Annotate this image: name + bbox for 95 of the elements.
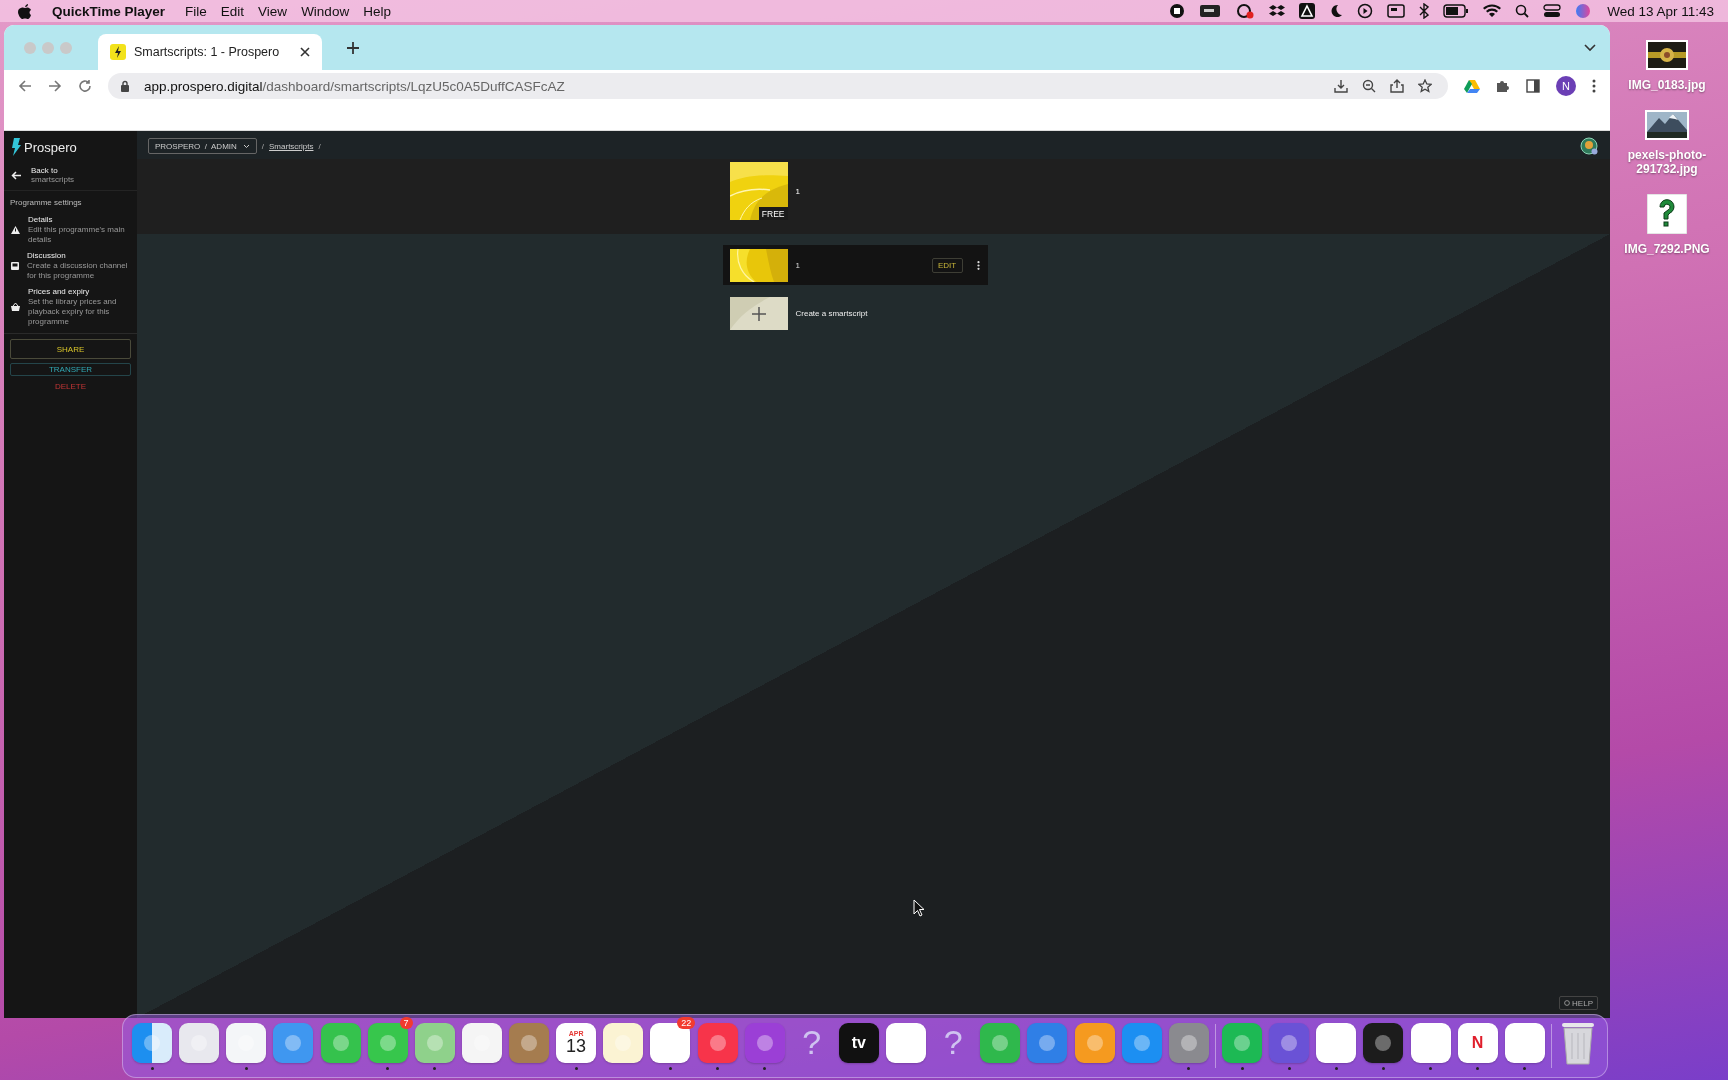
reload-icon[interactable] — [78, 79, 92, 93]
puzzle-icon[interactable] — [1496, 79, 1510, 93]
back-arrow-icon[interactable] — [18, 79, 32, 93]
organisation-dropdown[interactable]: PROSPERO / ADMIN — [148, 138, 257, 154]
back-arrow-icon — [11, 170, 21, 180]
chevron-down-icon[interactable] — [1584, 43, 1596, 52]
menu-item[interactable]: Help — [363, 3, 391, 19]
apple-logo-icon[interactable] — [18, 3, 32, 19]
section-heading: Programme settings — [9, 197, 83, 209]
app-icon[interactable] — [1504, 1022, 1545, 1063]
programme-title: 1 — [795, 186, 800, 196]
menu-item[interactable]: View — [258, 3, 288, 19]
play-circle-icon[interactable] — [1357, 3, 1374, 19]
bolt-logo-icon — [110, 44, 126, 60]
transfer-button[interactable]: TRANSFER — [10, 363, 131, 377]
trash-icon[interactable] — [1560, 1020, 1596, 1065]
app-icon[interactable] — [1316, 1022, 1357, 1063]
bluetooth-icon[interactable] — [1419, 3, 1430, 19]
app-icon[interactable] — [886, 1022, 926, 1063]
browser-tab[interactable]: Smartscripts: 1 - Prospero — [98, 34, 322, 70]
display-icon[interactable] — [1387, 4, 1406, 18]
breadcrumb-separator: / — [318, 141, 321, 151]
app-icon[interactable] — [1074, 1022, 1115, 1063]
lock-icon — [120, 80, 130, 92]
url-text: app.prospero.digital/dashboard/smartscripts/LqzU5c0A5DuffCASFcAZ — [144, 78, 565, 94]
kebab-menu-icon[interactable] — [976, 260, 980, 270]
share-icon[interactable] — [1390, 79, 1404, 93]
app-icon[interactable] — [1121, 1022, 1162, 1063]
help-button[interactable]: HELP — [1559, 996, 1598, 1010]
boxes-icon[interactable] — [1269, 3, 1286, 19]
bolt-logo-icon[interactable] — [12, 138, 21, 156]
settings-item[interactable]: Details Edit this programme's main details — [4, 215, 137, 252]
mouse-cursor-icon — [913, 899, 925, 917]
smartscript-row[interactable]: 1 EDIT — [722, 245, 988, 285]
menu-item[interactable]: File — [185, 3, 207, 19]
kebab-menu-icon[interactable] — [1592, 79, 1596, 93]
free-badge: FREE — [758, 207, 788, 220]
plus-icon[interactable] — [346, 40, 360, 55]
app-icon[interactable] — [226, 1022, 267, 1063]
app-icon[interactable] — [132, 1022, 172, 1063]
breadcrumb-separator: / — [261, 141, 265, 151]
app-icon[interactable] — [1168, 1022, 1209, 1063]
settings-item[interactable]: Discussion Create a discussion channel for this programme — [4, 251, 137, 288]
app-icon[interactable] — [461, 1022, 502, 1063]
breadcrumb-link[interactable]: Smartscripts — [269, 141, 314, 151]
control-center-icon[interactable] — [1543, 4, 1562, 18]
chat-icon — [11, 261, 19, 270]
app-icon[interactable] — [367, 1022, 408, 1063]
forward-arrow-icon[interactable] — [48, 79, 62, 93]
app-icon[interactable] — [179, 1022, 220, 1063]
moon-icon[interactable] — [1329, 4, 1344, 18]
user-avatar-icon[interactable] — [1580, 137, 1598, 155]
app-menu[interactable]: QuickTime Player — [52, 3, 166, 19]
profile-avatar[interactable]: N — [1556, 76, 1576, 96]
brand-name[interactable]: Prospero — [24, 139, 77, 155]
app-icon[interactable] — [603, 1022, 644, 1063]
siri-icon[interactable] — [1575, 3, 1592, 19]
smartscript-title: 1 — [795, 260, 800, 270]
app-icon[interactable]: tv — [838, 1022, 879, 1063]
share-button[interactable]: SHARE — [10, 339, 131, 360]
stop-circle-icon[interactable] — [1169, 3, 1186, 19]
battery-icon[interactable] — [1443, 4, 1470, 18]
triangle-logo-icon[interactable] — [1464, 79, 1480, 93]
warning-icon — [11, 225, 20, 234]
edit-button[interactable]: EDIT — [931, 257, 963, 273]
app-icon[interactable] — [980, 1022, 1021, 1063]
tab-title: Smartscripts: 1 - Prospero — [134, 45, 281, 59]
help-circle-icon — [1564, 1000, 1571, 1006]
search-icon[interactable] — [1515, 4, 1530, 18]
app-icon[interactable] — [273, 1022, 314, 1063]
app-icon[interactable] — [414, 1022, 455, 1063]
add-tile-icon — [729, 297, 788, 330]
basket-icon — [11, 302, 20, 311]
menu-item[interactable]: Window — [301, 3, 350, 19]
star-icon[interactable] — [1418, 79, 1432, 93]
settings-item[interactable]: Prices and expiry Set the library prices and playback expiry for this programme — [4, 287, 137, 334]
caret-icon — [242, 143, 250, 149]
close-icon[interactable] — [300, 47, 310, 57]
app-icon[interactable]: N — [1457, 1022, 1498, 1063]
question-mark-image-icon[interactable] — [1647, 194, 1687, 234]
app-icon[interactable] — [1410, 1022, 1451, 1063]
hard-drive-icon[interactable] — [1199, 4, 1222, 18]
app-icon[interactable] — [650, 1022, 691, 1063]
create-smartscript-item[interactable]: Create a smartscript — [722, 297, 988, 330]
zoom-out-icon[interactable] — [1362, 79, 1376, 93]
address-field[interactable]: app.prospero.digital/dashboard/smartscripts/LqzU5c0A5DuffCASFcAZ — [108, 73, 1448, 99]
triangle-icon[interactable] — [1299, 3, 1316, 19]
app-icon[interactable] — [320, 1022, 361, 1063]
app-icon[interactable] — [1222, 1022, 1262, 1063]
wifi-icon[interactable] — [1483, 4, 1502, 18]
app-icon[interactable] — [1363, 1022, 1404, 1063]
menu-item[interactable]: Edit — [220, 3, 245, 19]
sidebar-icon[interactable] — [1526, 79, 1540, 93]
download-icon[interactable] — [1334, 79, 1348, 93]
menu-bar-clock[interactable]: Wed 13 Apr 11:43 — [1607, 3, 1714, 19]
